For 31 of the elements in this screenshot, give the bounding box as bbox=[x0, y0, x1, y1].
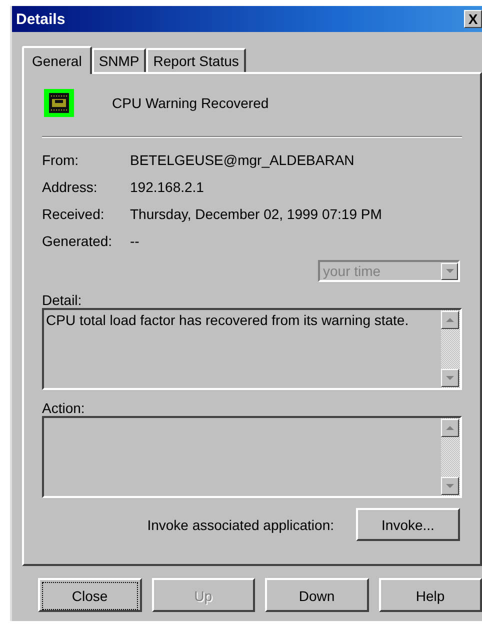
dialog-button[interactable]: Help bbox=[378, 578, 482, 612]
window-title: Details bbox=[16, 10, 66, 28]
field-label: Address: bbox=[42, 179, 98, 195]
field-value: Thursday, December 02, 1999 07:19 PM bbox=[130, 206, 383, 222]
tab[interactable]: Report Status bbox=[146, 48, 246, 72]
tab[interactable]: General bbox=[22, 46, 92, 74]
dialog-button[interactable]: Close bbox=[38, 578, 142, 612]
field-value: -- bbox=[130, 233, 140, 249]
dropdown-arrow-icon bbox=[446, 269, 454, 273]
scrollbar[interactable] bbox=[441, 418, 460, 496]
field-value: BETELGEUSE@mgr_ALDEBARAN bbox=[130, 152, 356, 168]
scroll-down-arrow-icon bbox=[446, 376, 454, 380]
scroll-down-arrow-icon bbox=[446, 484, 454, 488]
title-close-button[interactable]: X bbox=[464, 10, 482, 28]
chip-icon bbox=[44, 89, 74, 117]
field-label: Generated: bbox=[42, 233, 114, 249]
field-label: Received: bbox=[42, 206, 106, 222]
invoke-button[interactable]: Invoke... bbox=[356, 508, 460, 541]
scrollbar[interactable] bbox=[441, 310, 460, 388]
event-title: CPU Warning Recovered bbox=[112, 95, 269, 111]
field-label: From: bbox=[42, 152, 80, 168]
detail-text-area[interactable]: CPU total load factor has recovered from its warning state. bbox=[42, 308, 462, 390]
invoke-label: Invoke associated application: bbox=[147, 516, 334, 532]
action-label: Action: bbox=[42, 400, 86, 416]
tab[interactable]: SNMP bbox=[92, 48, 146, 72]
dialog-button[interactable]: Down bbox=[265, 578, 368, 612]
scroll-up-arrow-icon bbox=[446, 318, 454, 322]
action-text-area[interactable] bbox=[42, 416, 462, 498]
detail-label: Detail: bbox=[42, 292, 83, 308]
scroll-up-arrow-icon bbox=[446, 426, 454, 430]
field-value: 192.168.2.1 bbox=[130, 179, 205, 195]
